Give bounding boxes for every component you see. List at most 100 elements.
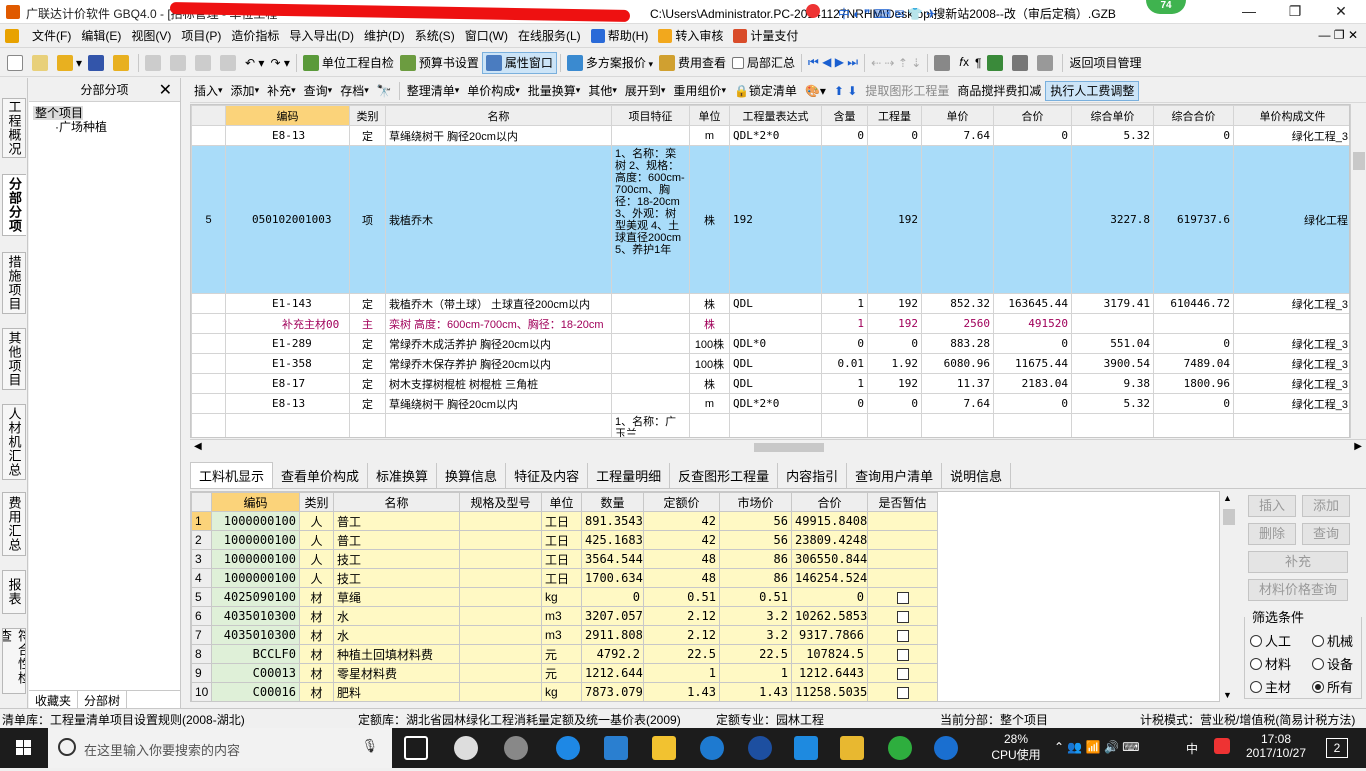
formula-icon[interactable]: 𝑓x — [956, 52, 972, 74]
save-icon[interactable] — [85, 52, 110, 74]
cell-market[interactable]: 22.5 — [719, 644, 792, 664]
top-grid-vscroll[interactable] — [1350, 104, 1366, 438]
cell-type[interactable]: 定 — [349, 373, 386, 394]
cell-cprice[interactable]: 3179.41 — [1071, 293, 1154, 314]
cell-file[interactable]: 绿化工程_3 — [1233, 125, 1349, 146]
cell-expr[interactable]: QDL — [729, 293, 822, 314]
cell-name[interactable]: 草绳 — [333, 587, 460, 607]
cell-qty[interactable]: 1700.634 — [581, 568, 644, 588]
cell-name[interactable]: 肥料 — [333, 682, 460, 701]
cell-unit[interactable]: 工日 — [541, 549, 582, 569]
cell-ctotal[interactable]: 0 — [1153, 125, 1234, 146]
menu-file[interactable]: 文件(F) — [27, 27, 76, 44]
cell-total[interactable]: 107824.5 — [791, 644, 868, 664]
add-button[interactable]: 添加 — [227, 81, 264, 101]
col-base-price[interactable]: 定额价 — [643, 492, 720, 512]
cell-qty[interactable]: 0 — [581, 587, 644, 607]
cell-cprice[interactable] — [1071, 313, 1154, 334]
bill-row[interactable]: 5 050102001003 项栽植乔木 1、名称：栾树 2、规格：高度：600cm-… — [191, 145, 1349, 294]
cell-est[interactable] — [867, 663, 938, 683]
cell-spec[interactable] — [459, 606, 542, 626]
cpu-monitor[interactable]: 28% CPU使用 — [986, 732, 1046, 763]
cell-market[interactable]: 3.2 — [719, 606, 792, 626]
cell-name[interactable]: 普工 — [333, 511, 460, 531]
cell-total[interactable]: 10262.5853 — [791, 606, 868, 626]
cell-n[interactable]: 1 — [191, 511, 212, 531]
budget-settings-button[interactable]: 预算书设置 — [397, 52, 482, 74]
tab-features[interactable]: 特征及内容 — [506, 463, 589, 488]
move-arrows[interactable]: ⇠ ⇢ ⇡ ⇣ — [868, 52, 924, 74]
cell-total[interactable]: 49915.8408 — [791, 511, 868, 531]
cell-ctotal[interactable] — [1153, 313, 1234, 334]
properties-window-button[interactable]: 属性窗口 — [481, 51, 557, 74]
cell-code[interactable]: 1000000100 — [211, 511, 300, 531]
cell-unit[interactable]: 工日 — [541, 568, 582, 588]
cell-base[interactable]: 42 — [643, 530, 720, 550]
col-code[interactable]: 编码 — [225, 105, 350, 126]
sogou-tray-icon[interactable] — [1214, 738, 1230, 754]
cell-expr[interactable] — [729, 413, 822, 437]
cell-base[interactable]: 48 — [643, 549, 720, 569]
col-qty[interactable]: 数量 — [581, 492, 644, 512]
cell-cprice[interactable]: 5.32 — [1071, 393, 1154, 414]
cell-market[interactable]: 1.43 — [719, 682, 792, 701]
cell-total[interactable]: 146254.524 — [791, 568, 868, 588]
cell-total[interactable]: 23809.4248 — [791, 530, 868, 550]
cell-total[interactable]: 0 — [993, 125, 1072, 146]
col-estimated[interactable]: 是否暂估 — [867, 492, 938, 512]
cell-type[interactable]: 人 — [299, 511, 334, 531]
menu-help[interactable]: 帮助(H) — [586, 27, 654, 44]
cell-name[interactable] — [385, 413, 612, 437]
cell-market[interactable]: 86 — [719, 549, 792, 569]
cell-unit[interactable]: 元 — [541, 663, 582, 683]
cell-n[interactable]: 3 — [191, 549, 212, 569]
cell-est[interactable] — [867, 682, 938, 701]
calculator-icon[interactable] — [931, 52, 956, 74]
ime-indicator[interactable]: 中 — [1186, 740, 1198, 757]
cell-unit[interactable]: 100株 — [689, 353, 730, 374]
cell-cprice[interactable]: 5.32 — [1071, 125, 1154, 146]
tray-icons[interactable]: ⌃ 👥 📶 🔊 ⌨ — [1054, 740, 1140, 754]
cell-total[interactable]: 0 — [791, 587, 868, 607]
menu-import-export[interactable]: 导入导出(D) — [284, 27, 359, 44]
add-button[interactable]: 添加 — [1302, 495, 1350, 517]
cell-unit[interactable]: m — [689, 125, 730, 146]
cell-no[interactable] — [191, 293, 226, 314]
tab-view-unit-price[interactable]: 查看单价构成 — [273, 463, 369, 488]
scroll-thumb[interactable] — [754, 443, 824, 452]
task-view-icon[interactable] — [404, 736, 428, 760]
cell-price[interactable]: 2560 — [921, 313, 994, 334]
cell-name[interactable]: 水 — [333, 606, 460, 626]
cell-cprice[interactable]: 9.38 — [1071, 373, 1154, 394]
cell-type[interactable]: 人 — [299, 568, 334, 588]
app-icon[interactable] — [504, 736, 528, 760]
material-row[interactable]: 5 4025090100 材草绳 kg 0 0.51 0.51 0 — [191, 587, 938, 607]
cell-no[interactable] — [191, 353, 226, 374]
restore-button[interactable]: ❐ — [1272, 0, 1318, 24]
cell-type[interactable]: 材 — [299, 625, 334, 645]
cell-ctotal[interactable]: 1800.96 — [1153, 373, 1234, 394]
estimate-checkbox[interactable] — [896, 610, 909, 623]
cell-file[interactable] — [1233, 413, 1349, 437]
tab-content-guide[interactable]: 内容指引 — [778, 463, 848, 488]
clock[interactable]: 17:08 2017/10/27 — [1238, 732, 1314, 760]
menu-view[interactable]: 视图(V) — [126, 27, 176, 44]
cell-qty[interactable]: 192 — [867, 293, 922, 314]
cell-market[interactable]: 56 — [719, 530, 792, 550]
scroll-thumb[interactable] — [1223, 509, 1235, 525]
cell-type[interactable] — [349, 413, 386, 437]
cell-total[interactable] — [993, 413, 1072, 437]
cell-unit[interactable]: m — [689, 393, 730, 414]
cell-name[interactable]: 水 — [333, 625, 460, 645]
query-button[interactable]: 查询 — [300, 81, 337, 101]
cell-price[interactable]: 7.64 — [921, 393, 994, 414]
cell-ctotal[interactable]: 619737.6 — [1153, 145, 1234, 294]
mdi-controls[interactable]: — ❐ ✕ — [1319, 28, 1358, 42]
cell-code[interactable]: 1000000100 — [211, 530, 300, 550]
qq-icon[interactable] — [794, 736, 818, 760]
cell-price[interactable]: 6080.96 — [921, 353, 994, 374]
cell-code[interactable]: 1000000100 — [211, 568, 300, 588]
cell-spec[interactable] — [459, 644, 542, 664]
col-total[interactable]: 合价 — [791, 492, 868, 512]
cell-qty[interactable]: 192 — [867, 373, 922, 394]
